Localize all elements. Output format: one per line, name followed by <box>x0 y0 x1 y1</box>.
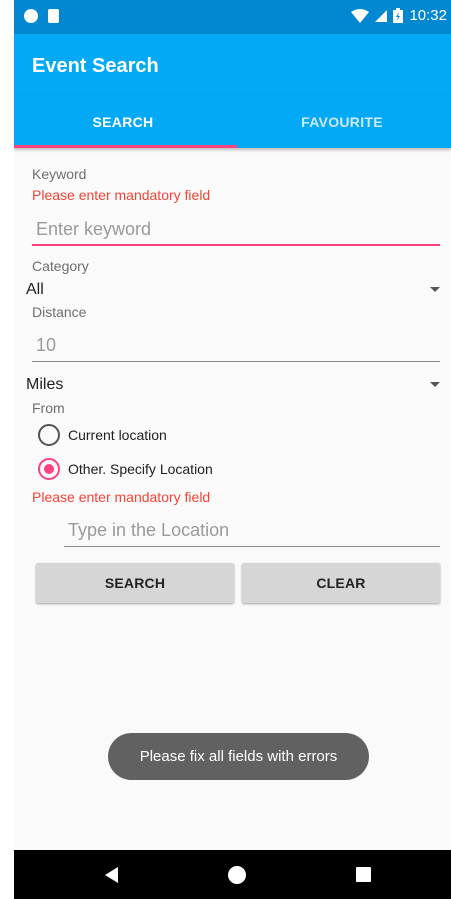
radio-unchecked-icon <box>38 424 60 446</box>
home-icon[interactable] <box>228 866 246 884</box>
keyword-error: Please enter mandatory field <box>32 187 211 203</box>
location-input[interactable]: Type in the Location <box>64 520 440 547</box>
dropdown-arrow-icon <box>430 287 440 292</box>
dropdown-arrow-icon <box>430 382 440 387</box>
radio-other-location[interactable]: Other. Specify Location <box>38 458 213 480</box>
category-dropdown[interactable]: All <box>26 277 440 303</box>
battery-charging-icon <box>393 8 404 23</box>
clear-button[interactable]: CLEAR <box>242 563 440 603</box>
back-icon[interactable] <box>105 867 118 883</box>
category-selected: All <box>26 281 44 298</box>
status-time: 10:32 <box>409 7 447 24</box>
category-label: Category <box>32 258 89 274</box>
radio-checked-icon <box>38 458 60 480</box>
tab-search[interactable]: SEARCH <box>14 96 232 148</box>
app-bar: Event Search <box>14 34 451 96</box>
tab-bar: SEARCH FAVOURITE <box>14 96 451 148</box>
units-selected: Miles <box>26 376 64 393</box>
app-title: Event Search <box>32 55 159 77</box>
from-label: From <box>32 400 65 416</box>
status-bar: 10:32 <box>14 0 451 34</box>
phone-screen: 10:32 Event Search SEARCH FAVOURITE Keyw… <box>14 0 451 899</box>
units-dropdown[interactable]: Miles <box>26 372 440 398</box>
radio-other-location-label: Other. Specify Location <box>68 461 213 477</box>
signal-icon <box>375 9 388 22</box>
search-button[interactable]: SEARCH <box>36 563 234 603</box>
distance-input[interactable]: 10 <box>32 335 440 362</box>
location-error: Please enter mandatory field <box>32 489 211 505</box>
recents-icon[interactable] <box>356 867 371 882</box>
tab-indicator <box>14 145 237 148</box>
radio-current-location[interactable]: Current location <box>38 424 167 446</box>
toast-message: Please fix all fields with errors <box>108 733 369 780</box>
wifi-icon <box>351 8 370 23</box>
keyword-input[interactable]: Enter keyword <box>32 219 440 246</box>
keyword-label: Keyword <box>32 166 87 182</box>
navigation-bar <box>14 850 451 899</box>
radio-current-location-label: Current location <box>68 427 167 443</box>
notification-icon <box>24 9 38 23</box>
distance-label: Distance <box>32 304 87 320</box>
sd-card-icon <box>48 9 59 23</box>
tab-favourite[interactable]: FAVOURITE <box>233 96 451 148</box>
